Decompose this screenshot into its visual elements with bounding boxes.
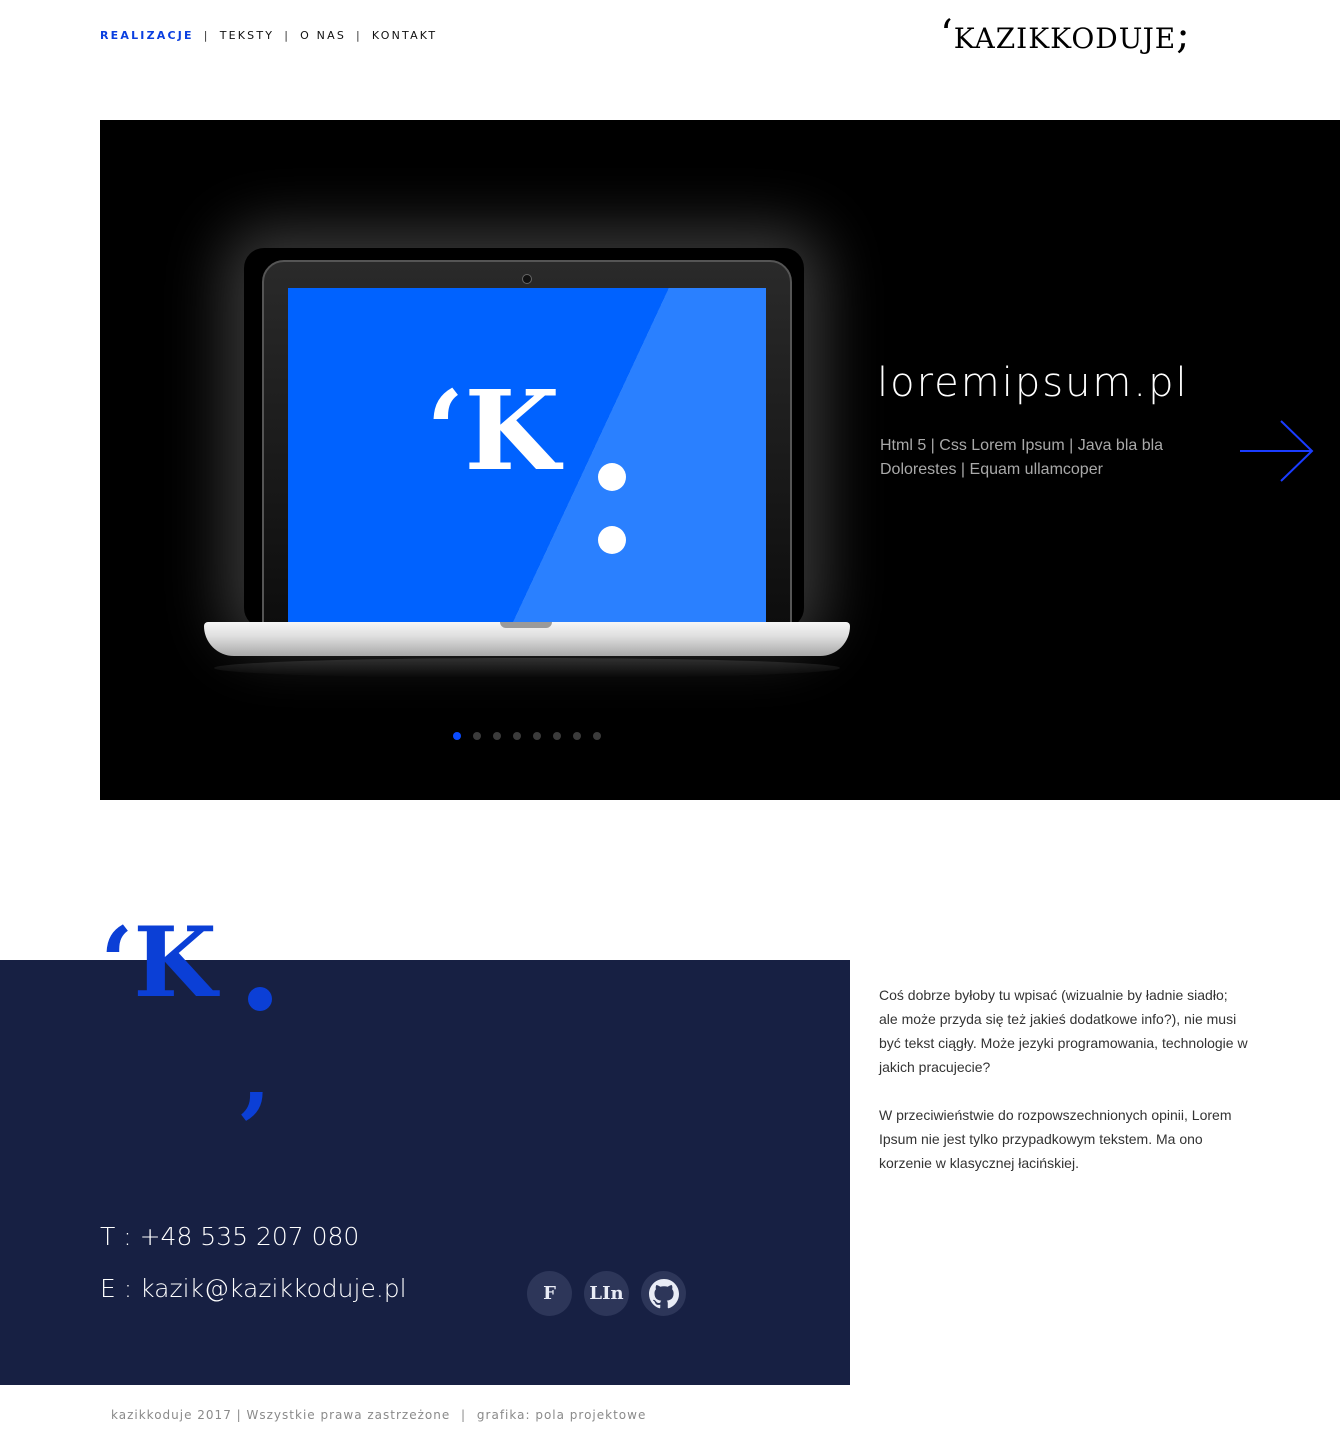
linkedin-icon[interactable]: LIn	[584, 1271, 629, 1316]
about-text: Coś dobrze byłoby tu wpisać (wizualnie b…	[879, 983, 1249, 1175]
contact-logo-comma: ,	[240, 1022, 272, 1128]
footer-credits[interactable]: grafika: pola projektowe	[477, 1408, 646, 1422]
main-nav: REALIZACJE | TEKSTY | O NAS | KONTAKT	[100, 29, 437, 42]
about-paragraph: Coś dobrze byłoby tu wpisać (wizualnie b…	[879, 987, 1248, 1075]
nav-item-kontakt[interactable]: KONTAKT	[372, 29, 437, 42]
slider-dot[interactable]	[533, 732, 541, 740]
contact-logo-mark: ‘K	[100, 906, 217, 1019]
slide-title[interactable]: loremipsum.pl	[877, 360, 1189, 406]
slider-dot[interactable]	[453, 732, 461, 740]
footer-rights: Wszystkie prawa zastrzeżone	[246, 1408, 451, 1422]
contact-email[interactable]: E : kazik@kazikkoduje.pl	[100, 1274, 407, 1303]
github-icon[interactable]	[641, 1271, 686, 1316]
nav-item-o-nas[interactable]: O NAS	[300, 29, 346, 42]
slider-dot[interactable]	[473, 732, 481, 740]
screen-logo-mark: ‘K	[426, 366, 560, 495]
nav-item-teksty[interactable]: TEKSTY	[220, 29, 275, 42]
slide-tags-line: Dolorestes | Equam ullamcoper	[880, 461, 1103, 478]
slider-dot[interactable]	[593, 732, 601, 740]
nav-separator: |	[284, 29, 291, 42]
social-links: F LIn	[527, 1271, 686, 1316]
slider-dot[interactable]	[493, 732, 501, 740]
contact-logo-dot	[248, 987, 272, 1011]
screen-logo-dot	[598, 526, 626, 554]
footer-copyright: kazikkoduje 2017 |	[111, 1408, 242, 1422]
slider-dot[interactable]	[553, 732, 561, 740]
nav-separator: |	[203, 29, 210, 42]
contact-panel	[0, 960, 850, 1385]
laptop-image: ‘K	[204, 258, 854, 678]
laptop-screen: ‘K	[288, 288, 766, 624]
brand-logo[interactable]: ‘kazikkoduje;	[940, 12, 1191, 58]
nav-separator: |	[356, 29, 362, 42]
slider-dot[interactable]	[513, 732, 521, 740]
facebook-icon[interactable]: F	[527, 1271, 572, 1316]
laptop-notch	[500, 622, 552, 628]
hero-slider: ‘K loremipsum.pl Html 5 | Css Lorem Ipsu…	[100, 120, 1340, 800]
footer: kazikkoduje 2017 | Wszystkie prawa zastr…	[111, 1408, 646, 1422]
screen-logo-dot	[598, 463, 626, 491]
slider-dot[interactable]	[573, 732, 581, 740]
slide-tags-line: Html 5 | Css Lorem Ipsum | Java bla bla	[880, 437, 1164, 454]
contact-phone[interactable]: T : +48 535 207 080	[100, 1222, 359, 1251]
about-paragraph: W przeciwieństwie do rozpowszechnionych …	[879, 1107, 1232, 1171]
slide-tags: Html 5 | Css Lorem Ipsum | Java bla bla …	[880, 434, 1220, 482]
laptop-reflection	[214, 658, 840, 678]
footer-separator: |	[461, 1408, 467, 1422]
github-glyph	[648, 1278, 679, 1308]
arrow-right-icon[interactable]	[1240, 420, 1314, 482]
laptop-camera	[522, 274, 532, 284]
nav-item-realizacje[interactable]: REALIZACJE	[100, 29, 194, 42]
slider-pagination	[453, 732, 601, 740]
